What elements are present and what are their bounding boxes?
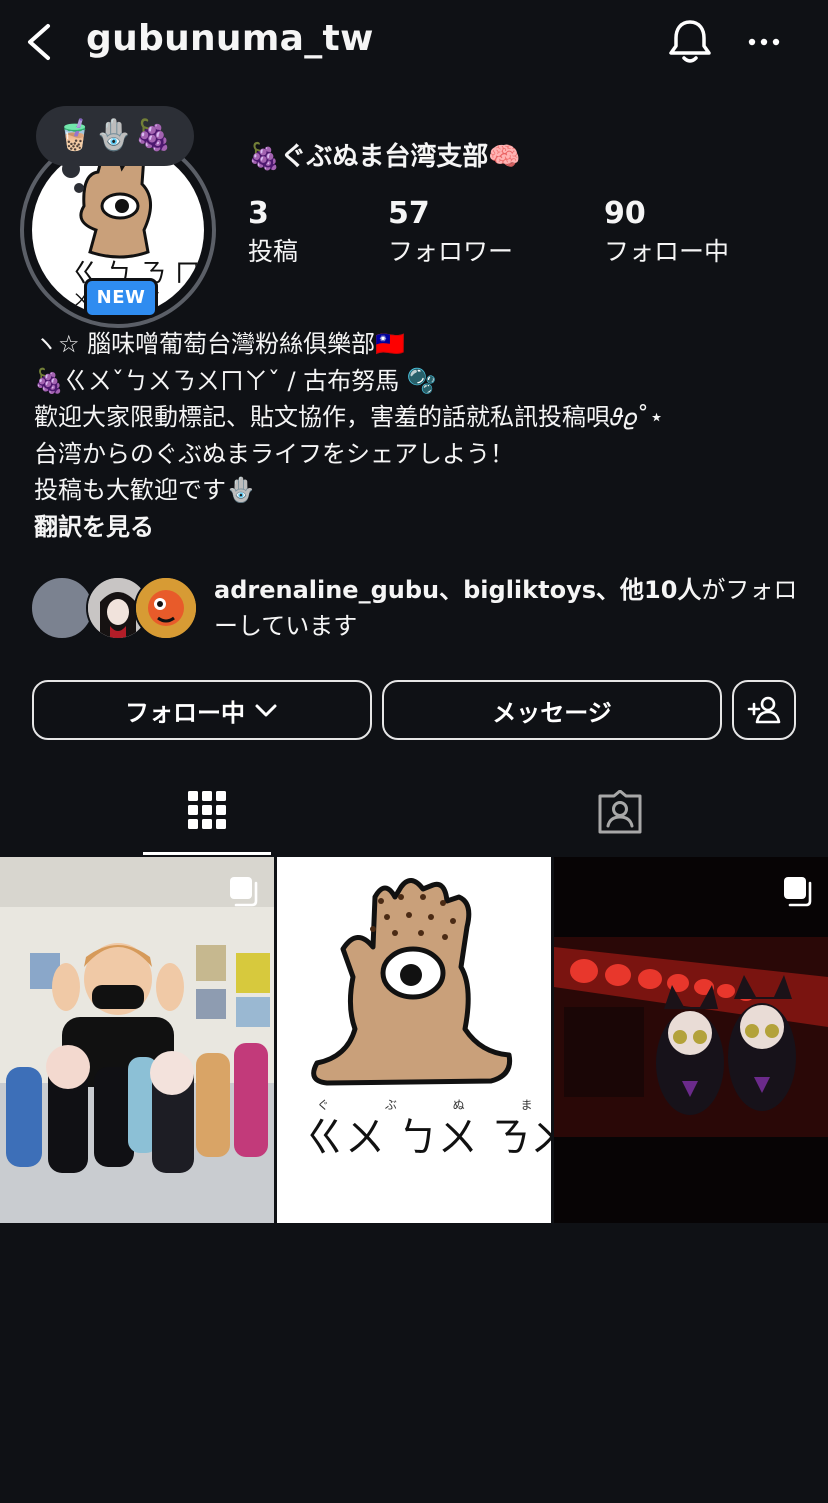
add-person-icon xyxy=(747,696,781,724)
post-thumbnail[interactable]: ぐ ぶ ぬ ま ㄍㄨ ㄅㄨ ㄋㄨ ㄇㄚ xyxy=(277,857,551,1223)
post-bopomofo-text: ㄍㄨ ㄅㄨ ㄋㄨ ㄇㄚ xyxy=(305,1115,551,1161)
followed-by-text: adrenaline_gubu、bigliktoys、他10人がフォローしていま… xyxy=(214,572,814,644)
posts-grid: ぐ ぶ ぬ ま ㄍㄨ ㄅㄨ ㄋㄨ ㄇㄚ xyxy=(0,857,828,1223)
stat-label: フォロー中 xyxy=(604,237,730,266)
mutual-followers[interactable]: adrenaline_gubu、bigliktoys、他10人がフォローしていま… xyxy=(30,572,820,652)
stat-value: 57 xyxy=(388,196,430,231)
post-thumbnail[interactable] xyxy=(554,857,828,1223)
multiple-photos-icon xyxy=(230,877,258,907)
bio-line: 台湾からのぐぶぬまライフをシェアしよう！ xyxy=(34,439,514,468)
profile-bio: ヽ☆ 腦味噌葡萄台灣粉絲俱樂部🇹🇼 🍇ㄍㄨˇㄅㄨㄋㄨㄇㄚˇ / 古布努馬 🫧 歡… xyxy=(34,326,814,545)
stat-label: 投稿 xyxy=(248,237,299,266)
note-emojis: 🧋🪬🍇 xyxy=(55,118,175,153)
stat-following[interactable]: 90 フォロー中 xyxy=(604,196,729,270)
grid-icon[interactable] xyxy=(186,788,228,832)
suggest-people-button[interactable] xyxy=(732,680,796,740)
see-translation-link[interactable]: 翻訳を見る xyxy=(34,509,814,546)
bio-line: 投稿も大歓迎です🪬 xyxy=(34,476,256,504)
more-horizontal-icon[interactable] xyxy=(744,28,784,56)
note-bubble-tail xyxy=(62,160,80,178)
chevron-down-icon xyxy=(255,704,277,717)
bio-line: 🍇ㄍㄨˇㄅㄨㄋㄨㄇㄚˇ / 古布努馬 🫧 xyxy=(34,366,437,395)
following-button[interactable]: フォロー中 xyxy=(32,680,372,740)
post-photo xyxy=(0,857,274,1223)
stat-followers[interactable]: 57 フォロワー xyxy=(388,196,513,270)
message-label: メッセージ xyxy=(492,698,612,727)
message-button[interactable]: メッセージ xyxy=(382,680,722,740)
note-bubble-tail xyxy=(74,183,84,193)
stat-value: 90 xyxy=(604,196,646,231)
follower-avatar xyxy=(134,576,198,640)
followed-by-others: 他10人 xyxy=(620,576,702,604)
bio-line: ヽ☆ 腦味噌葡萄台灣粉絲俱樂部🇹🇼 xyxy=(34,330,406,358)
stat-label: フォロワー xyxy=(388,237,514,266)
top-bar: gubunuma_tw xyxy=(0,0,828,84)
post-photo xyxy=(554,857,828,1223)
followed-by-names: adrenaline_gubu、bigliktoys、 xyxy=(214,576,621,604)
profile-username: gubunuma_tw xyxy=(86,18,374,59)
following-label: フォロー中 xyxy=(125,698,245,727)
stat-value: 3 xyxy=(248,196,269,231)
new-badge: NEW xyxy=(84,278,158,318)
bell-icon[interactable] xyxy=(666,16,714,66)
post-illustration: ぐ ぶ ぬ ま ㄍㄨ ㄅㄨ ㄋㄨ ㄇㄚ xyxy=(277,857,551,1223)
follower-avatar xyxy=(30,576,94,640)
multiple-photos-icon xyxy=(784,877,812,907)
tagged-person-icon[interactable] xyxy=(596,790,644,834)
active-tab-indicator xyxy=(143,852,271,855)
display-name: 🍇ぐぶぬま台湾支部🧠 xyxy=(248,142,521,172)
chevron-left-icon[interactable] xyxy=(20,20,60,64)
profile-tabs xyxy=(0,770,828,856)
post-ruby-text: ぐ ぶ ぬ ま xyxy=(317,1098,551,1112)
post-thumbnail[interactable] xyxy=(0,857,274,1223)
bio-line: 歡迎大家限動標記、貼文協作，害羞的話就私訊投稿唄𝜗𝜚˚⋆ xyxy=(34,403,665,431)
stat-posts[interactable]: 3 投稿 xyxy=(248,196,298,270)
